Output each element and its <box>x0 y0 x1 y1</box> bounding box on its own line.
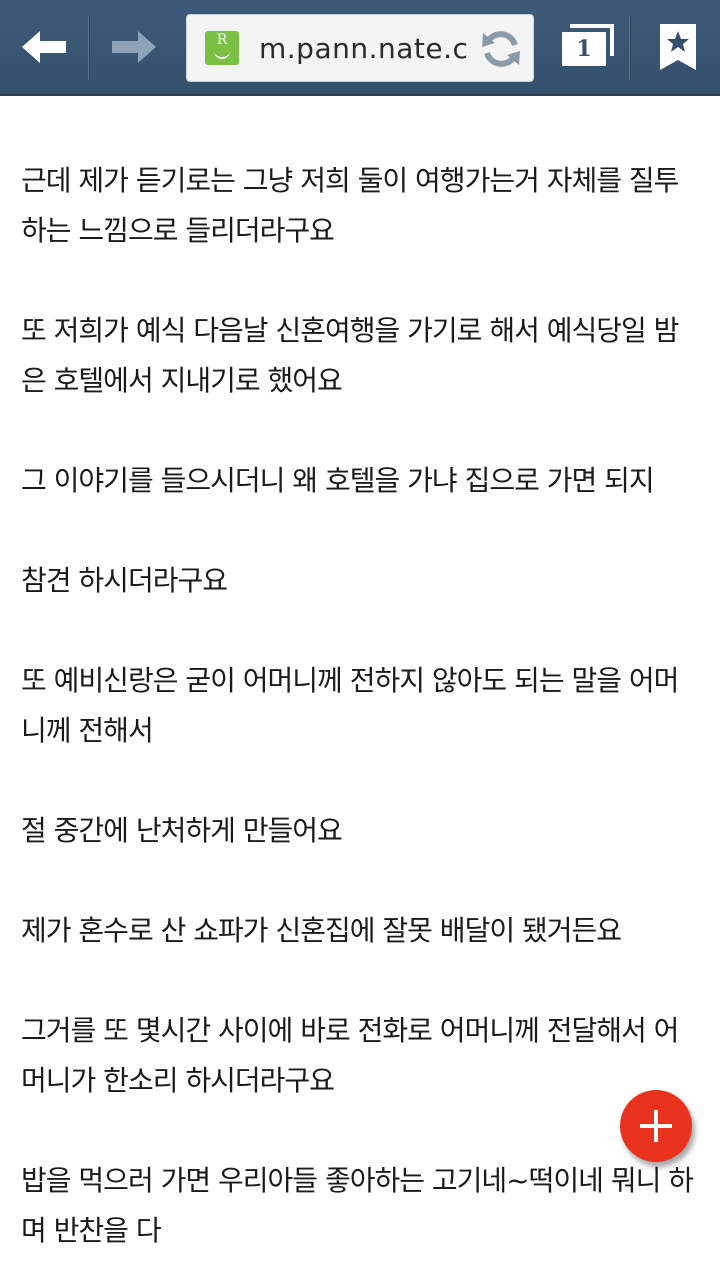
forward-button[interactable] <box>102 14 166 80</box>
bookmark-button[interactable] <box>646 14 710 80</box>
toolbar-divider <box>88 16 90 80</box>
article-paragraph: 그 이야기를 들으시더니 왜 호텔을 가냐 집으로 가면 되지 <box>21 464 655 497</box>
reload-button[interactable] <box>477 25 525 73</box>
floating-add-button[interactable] <box>620 1090 692 1162</box>
forward-arrow-icon <box>112 31 156 63</box>
site-favicon-icon: R <box>205 31 239 65</box>
tab-count: 1 <box>562 32 606 66</box>
article-paragraph: 절 중간에 난처하게 만들어요 <box>21 814 343 847</box>
article-body: 근데 제가 듣기로는 그냥 저희 둘이 여행가는거 자체를 질투하는 느낌으로 … <box>21 96 701 1256</box>
article-paragraph: 그거를 또 몇시간 사이에 바로 전화로 어머니께 전달해서 어머니가 한소리 … <box>21 1014 679 1097</box>
toolbar-divider <box>629 16 631 80</box>
favicon-smile <box>214 51 230 59</box>
article-paragraph: 또 저희가 예식 다음날 신혼여행을 가기로 해서 예식당일 밤은 호텔에서 지… <box>21 314 679 397</box>
article-paragraph: 제가 혼수로 산 쇼파가 신혼집에 잘못 배달이 됐거든요 <box>21 914 622 947</box>
address-bar[interactable]: R m.pann.nate.c <box>186 14 534 82</box>
article-paragraph: 참견 하시더라구요 <box>21 564 228 597</box>
bookmark-star-icon <box>660 24 696 70</box>
browser-toolbar: R m.pann.nate.c 1 <box>0 0 720 96</box>
article-paragraph: 근데 제가 듣기로는 그냥 저희 둘이 여행가는거 자체를 질투하는 느낌으로 … <box>21 164 679 247</box>
article-paragraph: 또 예비신랑은 굳이 어머니께 전하지 않아도 되는 말을 어머니께 전해서 <box>21 664 679 747</box>
article-paragraph: 밥을 먹으러 가면 우리아들 좋아하는 고기네~떡이네 뭐니 하며 반찬을 다 <box>21 1164 694 1247</box>
reload-icon <box>482 31 520 67</box>
favicon-letter: R <box>216 32 228 48</box>
back-arrow-icon <box>22 31 66 63</box>
plus-icon <box>640 1110 672 1142</box>
back-button[interactable] <box>12 14 76 80</box>
tabs-button[interactable]: 1 <box>556 14 620 80</box>
url-text[interactable]: m.pann.nate.c <box>259 29 469 69</box>
